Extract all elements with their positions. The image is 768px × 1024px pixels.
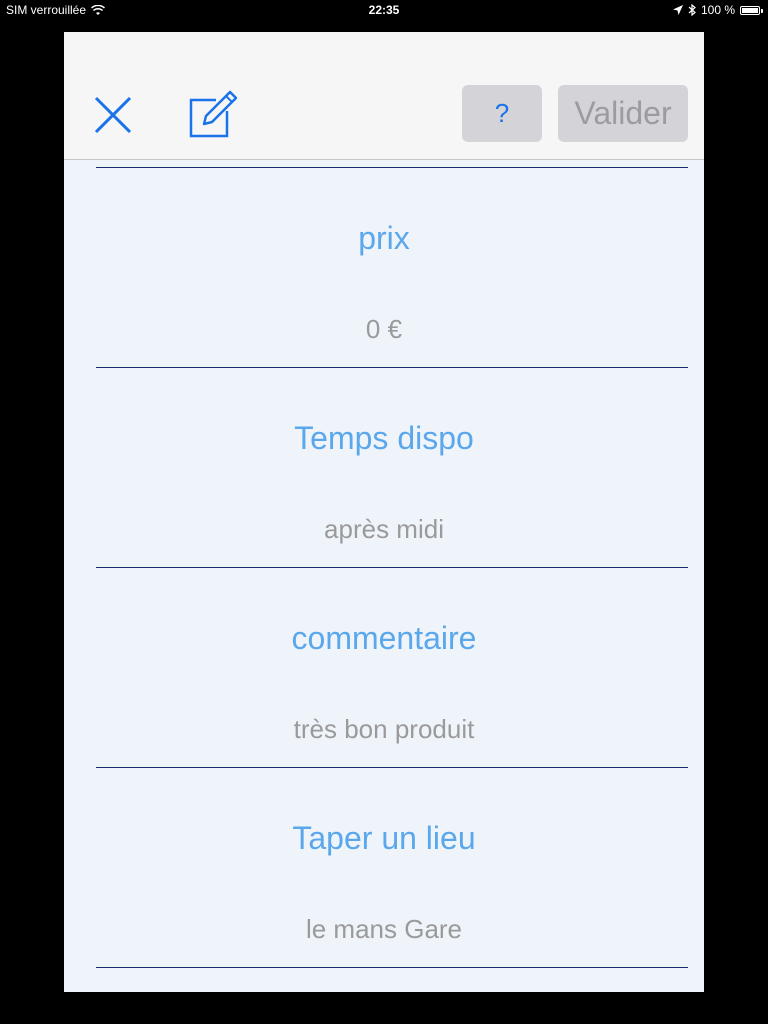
bluetooth-icon — [688, 4, 696, 16]
divider — [96, 767, 688, 768]
location-arrow-icon — [672, 5, 683, 15]
validate-button[interactable]: Valider — [558, 85, 688, 142]
close-button[interactable] — [92, 94, 134, 136]
field-value: très bon produit — [293, 714, 475, 744]
close-icon — [94, 96, 132, 134]
divider — [96, 567, 688, 568]
help-button[interactable]: ? — [462, 85, 542, 142]
status-time: 22:35 — [368, 3, 400, 17]
battery-label: 100 % — [700, 3, 735, 17]
field-value: après midi — [324, 514, 444, 544]
divider — [96, 967, 688, 968]
field-label: commentaire — [291, 620, 477, 656]
field-lieu[interactable]: Taper un lieu le mans Gare — [64, 820, 704, 944]
form-modal: ? Valider prix 0 € Temps dispo après mid… — [64, 32, 704, 992]
field-label: prix — [358, 220, 410, 256]
battery-icon — [740, 5, 763, 15]
edit-icon — [189, 90, 238, 138]
field-prix[interactable]: prix 0 € — [64, 220, 704, 344]
status-right: 100 % — [672, 3, 763, 17]
field-value: le mans Gare — [305, 914, 463, 944]
field-temps-dispo[interactable]: Temps dispo après midi — [64, 420, 704, 544]
edit-button[interactable] — [188, 88, 240, 140]
field-commentaire[interactable]: commentaire très bon produit — [64, 620, 704, 744]
field-value: 0 € — [365, 314, 403, 344]
field-label: Taper un lieu — [292, 820, 476, 856]
status-bar: SIM verrouillée 22:35 100 % — [0, 0, 768, 22]
divider — [96, 367, 688, 368]
field-label: Temps dispo — [294, 420, 474, 456]
divider — [96, 167, 688, 168]
toolbar: ? Valider — [64, 32, 704, 160]
